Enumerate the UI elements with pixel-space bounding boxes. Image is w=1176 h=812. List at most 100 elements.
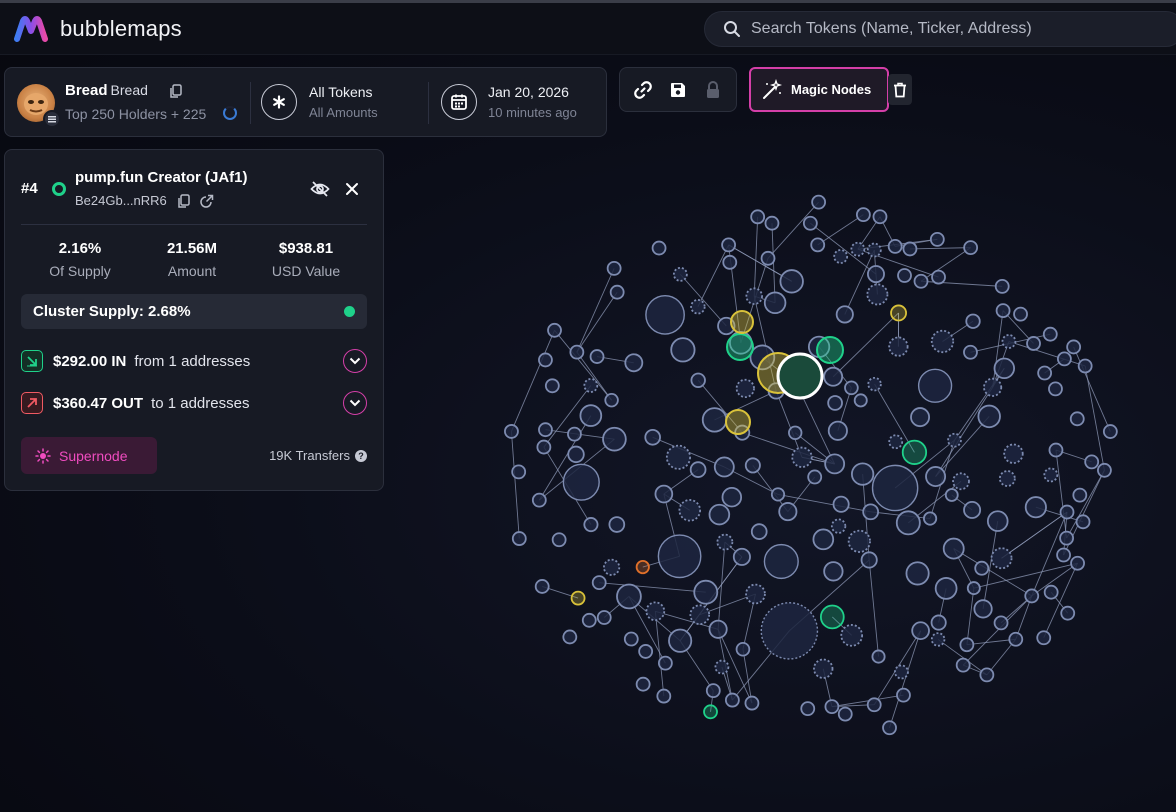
holder-bubble[interactable]: [973, 599, 993, 619]
holder-bubble[interactable]: [819, 604, 845, 630]
holder-bubble[interactable]: [721, 486, 743, 508]
holder-bubble[interactable]: [1008, 631, 1024, 647]
holder-bubble[interactable]: [812, 528, 835, 551]
holder-bubble[interactable]: [732, 547, 751, 566]
holder-bubble[interactable]: [668, 628, 693, 653]
holder-bubble[interactable]: [871, 464, 919, 512]
holder-bubble[interactable]: [770, 487, 786, 502]
holder-bubble[interactable]: [813, 658, 834, 679]
holder-bubble[interactable]: [716, 533, 734, 551]
holder-bubble[interactable]: [930, 329, 955, 354]
date-picker-button[interactable]: [441, 84, 477, 120]
holder-bubble[interactable]: [701, 407, 728, 433]
holder-bubble[interactable]: [1043, 584, 1059, 600]
holder-bubble[interactable]: [887, 238, 903, 254]
holder-bubble[interactable]: [1056, 351, 1072, 367]
holder-bubble[interactable]: [608, 516, 626, 533]
holder-bubble[interactable]: [913, 273, 929, 289]
holder-bubble[interactable]: [579, 404, 603, 427]
holder-bubble[interactable]: [511, 531, 527, 546]
holder-bubble[interactable]: [1059, 530, 1075, 546]
filter-title[interactable]: All Tokens: [309, 84, 373, 100]
holder-bubble[interactable]: [745, 583, 766, 605]
holder-bubble[interactable]: [651, 240, 667, 256]
filter-tokens-button[interactable]: [261, 84, 297, 120]
holder-bubble[interactable]: [1024, 588, 1040, 604]
holder-bubble[interactable]: [735, 378, 755, 399]
clear-magic-nodes-button[interactable]: [888, 74, 912, 105]
holder-bubble[interactable]: [583, 378, 599, 393]
holder-bubble[interactable]: [645, 294, 685, 335]
holder-bubble[interactable]: [867, 265, 885, 284]
holder-bubble[interactable]: [811, 194, 827, 210]
holder-bubble[interactable]: [763, 543, 799, 580]
copy-icon[interactable]: [169, 84, 183, 99]
holder-bubble[interactable]: [810, 237, 826, 253]
holder-bubble[interactable]: [952, 472, 970, 491]
holder-bubble[interactable]: [901, 439, 928, 465]
holder-bubble[interactable]: [823, 366, 844, 387]
holder-bubble[interactable]: [998, 470, 1016, 487]
holder-bubble[interactable]: [894, 664, 909, 680]
holder-bubble[interactable]: [760, 250, 776, 266]
holder-bubble[interactable]: [923, 511, 938, 526]
holder-bubble[interactable]: [830, 518, 847, 534]
holder-bubble[interactable]: [750, 209, 766, 225]
holder-bubble[interactable]: [882, 720, 897, 736]
cluster-supply[interactable]: Cluster Supply: 2.68%: [21, 294, 367, 329]
holder-bubble[interactable]: [1042, 326, 1058, 342]
holder-bubble[interactable]: [654, 484, 674, 504]
holder-bubble[interactable]: [833, 249, 849, 264]
holder-bubble[interactable]: [1060, 605, 1076, 621]
holder-bubble[interactable]: [994, 278, 1010, 294]
holder-bubble[interactable]: [562, 629, 578, 645]
holder-bubble[interactable]: [934, 577, 958, 600]
holder-bubble[interactable]: [888, 336, 909, 357]
expand-flow-in-button[interactable]: [343, 349, 367, 373]
share-link-button[interactable]: [629, 76, 657, 104]
holder-bubble[interactable]: [724, 692, 740, 708]
holder-bubble[interactable]: [750, 523, 768, 540]
holder-bubble[interactable]: [538, 352, 553, 368]
holder-bubble[interactable]: [823, 561, 844, 582]
holder-bubble[interactable]: [693, 579, 719, 605]
expand-flow-out-button[interactable]: [343, 391, 367, 415]
holder-bubble[interactable]: [990, 547, 1013, 570]
holder-bubble[interactable]: [872, 209, 888, 225]
holder-bubble[interactable]: [644, 428, 661, 446]
holder-bubble[interactable]: [705, 683, 721, 699]
holder-bubble[interactable]: [840, 624, 864, 647]
holder-bubble[interactable]: [867, 376, 882, 392]
holder-bubble[interactable]: [827, 395, 843, 411]
highlighted-bubble[interactable]: [816, 336, 844, 364]
holder-bubble[interactable]: [835, 305, 854, 324]
magic-nodes-button[interactable]: Magic Nodes: [749, 67, 889, 112]
holder-bubble[interactable]: [735, 641, 751, 657]
holder-bubble[interactable]: [1001, 334, 1017, 349]
highlighted-bubble[interactable]: [730, 310, 754, 334]
highlighted-bubble[interactable]: [725, 409, 751, 435]
holder-bubble[interactable]: [977, 404, 1001, 429]
holder-bubble[interactable]: [623, 631, 639, 647]
holder-bubble[interactable]: [665, 444, 691, 470]
holder-bubble[interactable]: [963, 500, 982, 519]
holder-bubble[interactable]: [570, 590, 586, 606]
holder-bubble[interactable]: [850, 241, 866, 257]
holder-bubble[interactable]: [689, 461, 707, 478]
holder-bubble[interactable]: [1026, 336, 1041, 351]
holder-bubble[interactable]: [824, 699, 840, 715]
holder-bubble[interactable]: [993, 357, 1016, 379]
holder-bubble[interactable]: [910, 407, 931, 428]
holder-bubble[interactable]: [703, 704, 718, 720]
holder-bubble[interactable]: [1084, 454, 1100, 470]
holder-bubble[interactable]: [721, 237, 737, 253]
holder-bubble[interactable]: [616, 583, 642, 610]
holder-bubble[interactable]: [569, 344, 585, 360]
holder-bubble[interactable]: [1043, 467, 1059, 483]
holder-bubble[interactable]: [890, 304, 907, 322]
holder-bubble[interactable]: [844, 380, 859, 396]
holder-bubble[interactable]: [713, 456, 735, 478]
highlighted-bubble[interactable]: [776, 352, 824, 400]
holder-bubble[interactable]: [979, 667, 995, 683]
holder-bubble[interactable]: [534, 579, 550, 594]
